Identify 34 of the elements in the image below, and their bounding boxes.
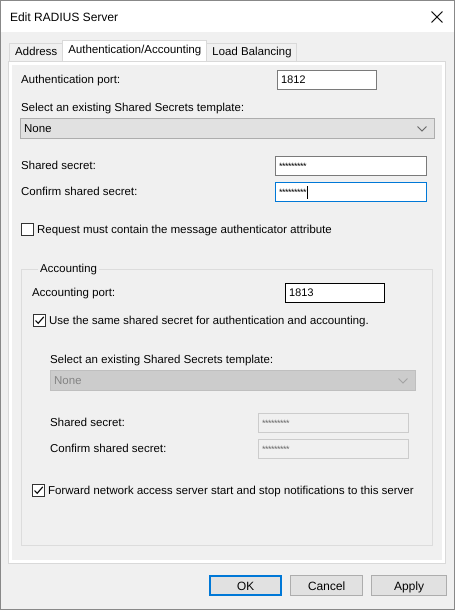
chevron-icon: [398, 378, 408, 384]
chevron-icon: [417, 126, 427, 132]
dropdown: None: [50, 370, 416, 391]
password-field[interactable]: *********: [275, 156, 427, 176]
tab[interactable]: Address: [9, 43, 64, 61]
password-field: *********: [258, 439, 409, 459]
checkbox[interactable]: [21, 223, 34, 236]
field-label: Authentication port:: [21, 74, 120, 86]
window-title: Edit RADIUS Server: [10, 10, 118, 24]
dialog-button[interactable]: Cancel: [290, 575, 363, 596]
dialog-button[interactable]: Apply: [371, 575, 447, 596]
dropdown-label: Select an existing Shared Secrets template:: [50, 354, 274, 368]
close-icon[interactable]: [431, 10, 443, 22]
field-label: Confirm shared secret:: [21, 186, 138, 198]
field-label: Confirm shared secret:: [50, 443, 166, 455]
field-label: Accounting port:: [32, 287, 116, 299]
tab[interactable]: Load Balancing: [206, 43, 298, 61]
checkbox[interactable]: [32, 484, 45, 497]
port-field[interactable]: 1812: [277, 70, 377, 90]
field-label: Shared secret:: [50, 417, 125, 429]
checkbox[interactable]: [33, 314, 46, 327]
checkbox-label[interactable]: Forward network access server start and stop notifications to this server: [48, 484, 414, 496]
tab[interactable]: Authentication/Accounting: [62, 40, 208, 61]
dropdown[interactable]: None: [20, 118, 435, 139]
password-field[interactable]: *********: [275, 182, 427, 202]
dialog-button[interactable]: OK: [209, 575, 282, 596]
text-cursor: [307, 186, 308, 198]
dropdown-label: Select an existing Shared Secrets template:: [21, 102, 246, 116]
password-field: *********: [258, 413, 409, 433]
checkbox-label[interactable]: Request must contain the message authenticator attribute: [37, 224, 332, 236]
group-title: Accounting: [39, 263, 98, 275]
checkbox-label[interactable]: Use the same shared secret for authentication and accounting.: [49, 314, 369, 326]
port-field[interactable]: 1813: [285, 283, 385, 303]
field-label: Shared secret:: [21, 160, 96, 172]
